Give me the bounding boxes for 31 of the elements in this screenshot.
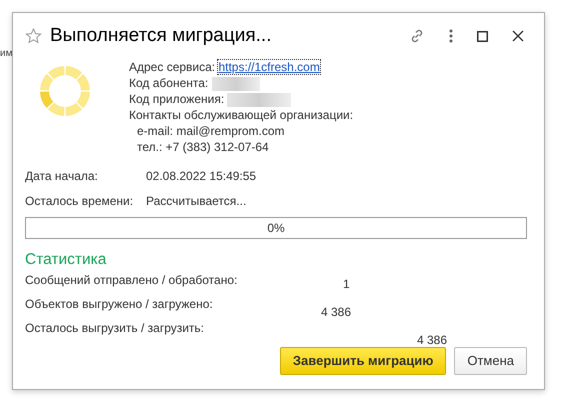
progress-reading: 0% — [267, 221, 285, 235]
redacted-block — [227, 92, 292, 107]
stat-label: Объектов выгружено / загружено: — [25, 297, 213, 312]
background-text: им — [0, 48, 12, 60]
finish-button[interactable]: Завершить миграцию — [280, 347, 446, 375]
field-label: Осталось времени: — [25, 192, 134, 210]
service-link[interactable]: https://1cfresh.com — [218, 60, 320, 74]
stat-value: 1 — [343, 276, 350, 294]
maximize-icon[interactable] — [477, 30, 488, 42]
subscriber-label: Код абонента: — [129, 76, 210, 90]
phone-text: тел.: +7 (383) 312-07-64 — [136, 139, 270, 155]
link-icon[interactable] — [409, 28, 425, 44]
field-label: Дата начала: — [25, 168, 99, 184]
field-value: 02.08.2022 15:49:55 — [146, 168, 256, 184]
window-title: Выполняется миграция... — [50, 24, 272, 48]
cancel-button[interactable]: Отмена — [454, 347, 527, 375]
stat-label: Осталось выгрузить / загрузить: — [25, 321, 204, 336]
loading-spinner-icon — [39, 65, 91, 117]
email-text: e-mail: mail@remprom.com — [136, 123, 286, 139]
star-icon[interactable] — [25, 28, 42, 44]
close-icon[interactable] — [512, 30, 524, 42]
section-title: Статистика — [25, 250, 108, 270]
stat-value: 4 386 — [321, 304, 352, 322]
stat-value: 4 386 — [417, 332, 448, 350]
field-value: Рассчитывается... — [146, 192, 246, 210]
redacted-block — [212, 76, 260, 91]
contacts-label: Контакты обслуживающей организации: — [129, 107, 354, 123]
stat-label: Сообщений отправлено / обработано: — [25, 273, 238, 288]
app-code-label: Код приложения: — [129, 92, 226, 106]
more-icon[interactable] — [449, 29, 453, 43]
service-label: Адрес сервиса: — [129, 60, 216, 74]
